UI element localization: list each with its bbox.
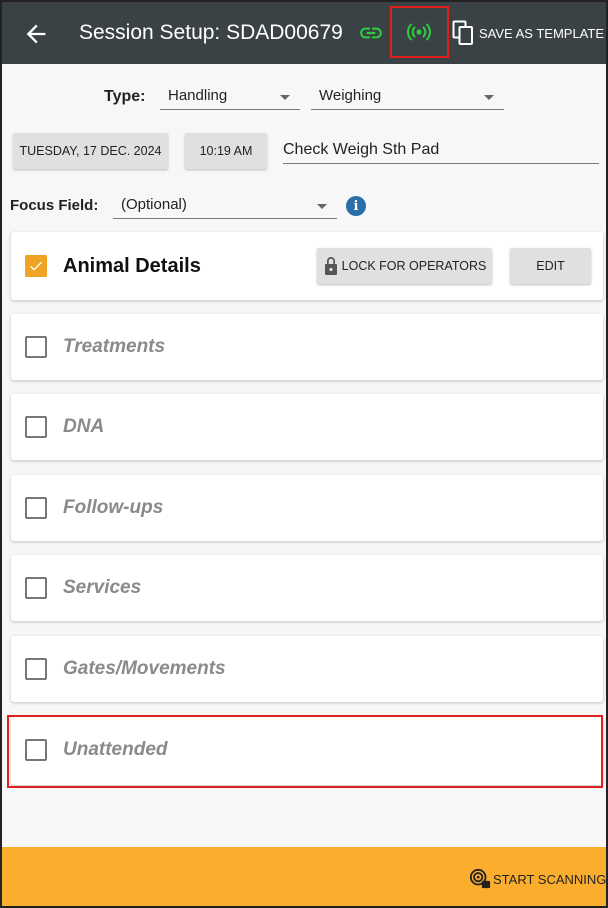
dropdown-caret-icon (317, 204, 327, 209)
gates-movements-checkbox[interactable] (25, 658, 47, 680)
section-card-gates-movements[interactable]: Gates/Movements (11, 636, 603, 702)
lock-for-operators-label: LOCK FOR OPERATORS (341, 259, 487, 273)
session-name-field[interactable]: Check Weigh Sth Pad (283, 138, 599, 164)
scan-icon[interactable] (469, 868, 491, 890)
page-title: Session Setup: SDAD00679 (79, 21, 343, 44)
animal-details-checkbox[interactable] (25, 255, 47, 277)
type-label: Type: (104, 88, 146, 105)
unattended-highlight-box (7, 715, 603, 788)
copy-icon[interactable] (452, 20, 474, 46)
treatments-checkbox[interactable] (25, 336, 47, 358)
section-card-follow-ups[interactable]: Follow-ups (11, 475, 603, 541)
services-label: Services (63, 577, 142, 598)
treatments-label: Treatments (63, 336, 166, 357)
section-card-services[interactable]: Services (11, 555, 603, 621)
lock-icon (324, 257, 337, 275)
start-scanning-button[interactable]: START SCANNING (493, 872, 606, 887)
back-arrow-icon[interactable] (22, 20, 50, 48)
radio-signal-icon[interactable] (405, 20, 433, 44)
section-card-treatments[interactable]: Treatments (11, 314, 603, 380)
focus-field-select[interactable]: (Optional) (113, 193, 337, 219)
focus-field-value: (Optional) (121, 196, 187, 213)
save-as-template-button[interactable]: SAVE AS TEMPLATE (479, 26, 604, 41)
edit-button[interactable]: EDIT (510, 248, 591, 284)
type-primary-value: Handling (168, 87, 228, 104)
animal-details-label: Animal Details (63, 255, 201, 277)
gates-movements-label: Gates/Movements (63, 658, 226, 679)
dna-checkbox[interactable] (25, 416, 47, 438)
session-name-value: Check Weigh Sth Pad (283, 141, 440, 158)
dna-label: DNA (63, 416, 105, 437)
lock-for-operators-button[interactable]: LOCK FOR OPERATORS (317, 248, 492, 284)
type-primary-select[interactable]: Handling (160, 84, 300, 110)
focus-field-label: Focus Field: (10, 197, 99, 214)
time-button[interactable]: 10:19 AM (185, 133, 267, 169)
info-icon[interactable]: i (346, 196, 366, 216)
date-button[interactable]: TUESDAY, 17 DEC. 2024 (13, 133, 168, 169)
follow-ups-label: Follow-ups (63, 497, 164, 518)
checkmark-icon (30, 261, 42, 271)
section-card-dna[interactable]: DNA (11, 394, 603, 460)
app-frame: Session Setup: SDAD00679 SAVE AS TEMPLAT… (0, 0, 608, 908)
dropdown-caret-icon (484, 95, 494, 100)
link-icon[interactable] (358, 22, 384, 44)
bottom-action-bar: START SCANNING (2, 847, 606, 906)
top-app-bar: Session Setup: SDAD00679 SAVE AS TEMPLAT… (2, 2, 606, 64)
type-secondary-select[interactable]: Weighing (311, 84, 504, 110)
animal-details-card: Animal Details LOCK FOR OPERATORS EDIT (11, 232, 603, 300)
services-checkbox[interactable] (25, 577, 47, 599)
dropdown-caret-icon (280, 95, 290, 100)
follow-ups-checkbox[interactable] (25, 497, 47, 519)
type-secondary-value: Weighing (319, 87, 382, 104)
